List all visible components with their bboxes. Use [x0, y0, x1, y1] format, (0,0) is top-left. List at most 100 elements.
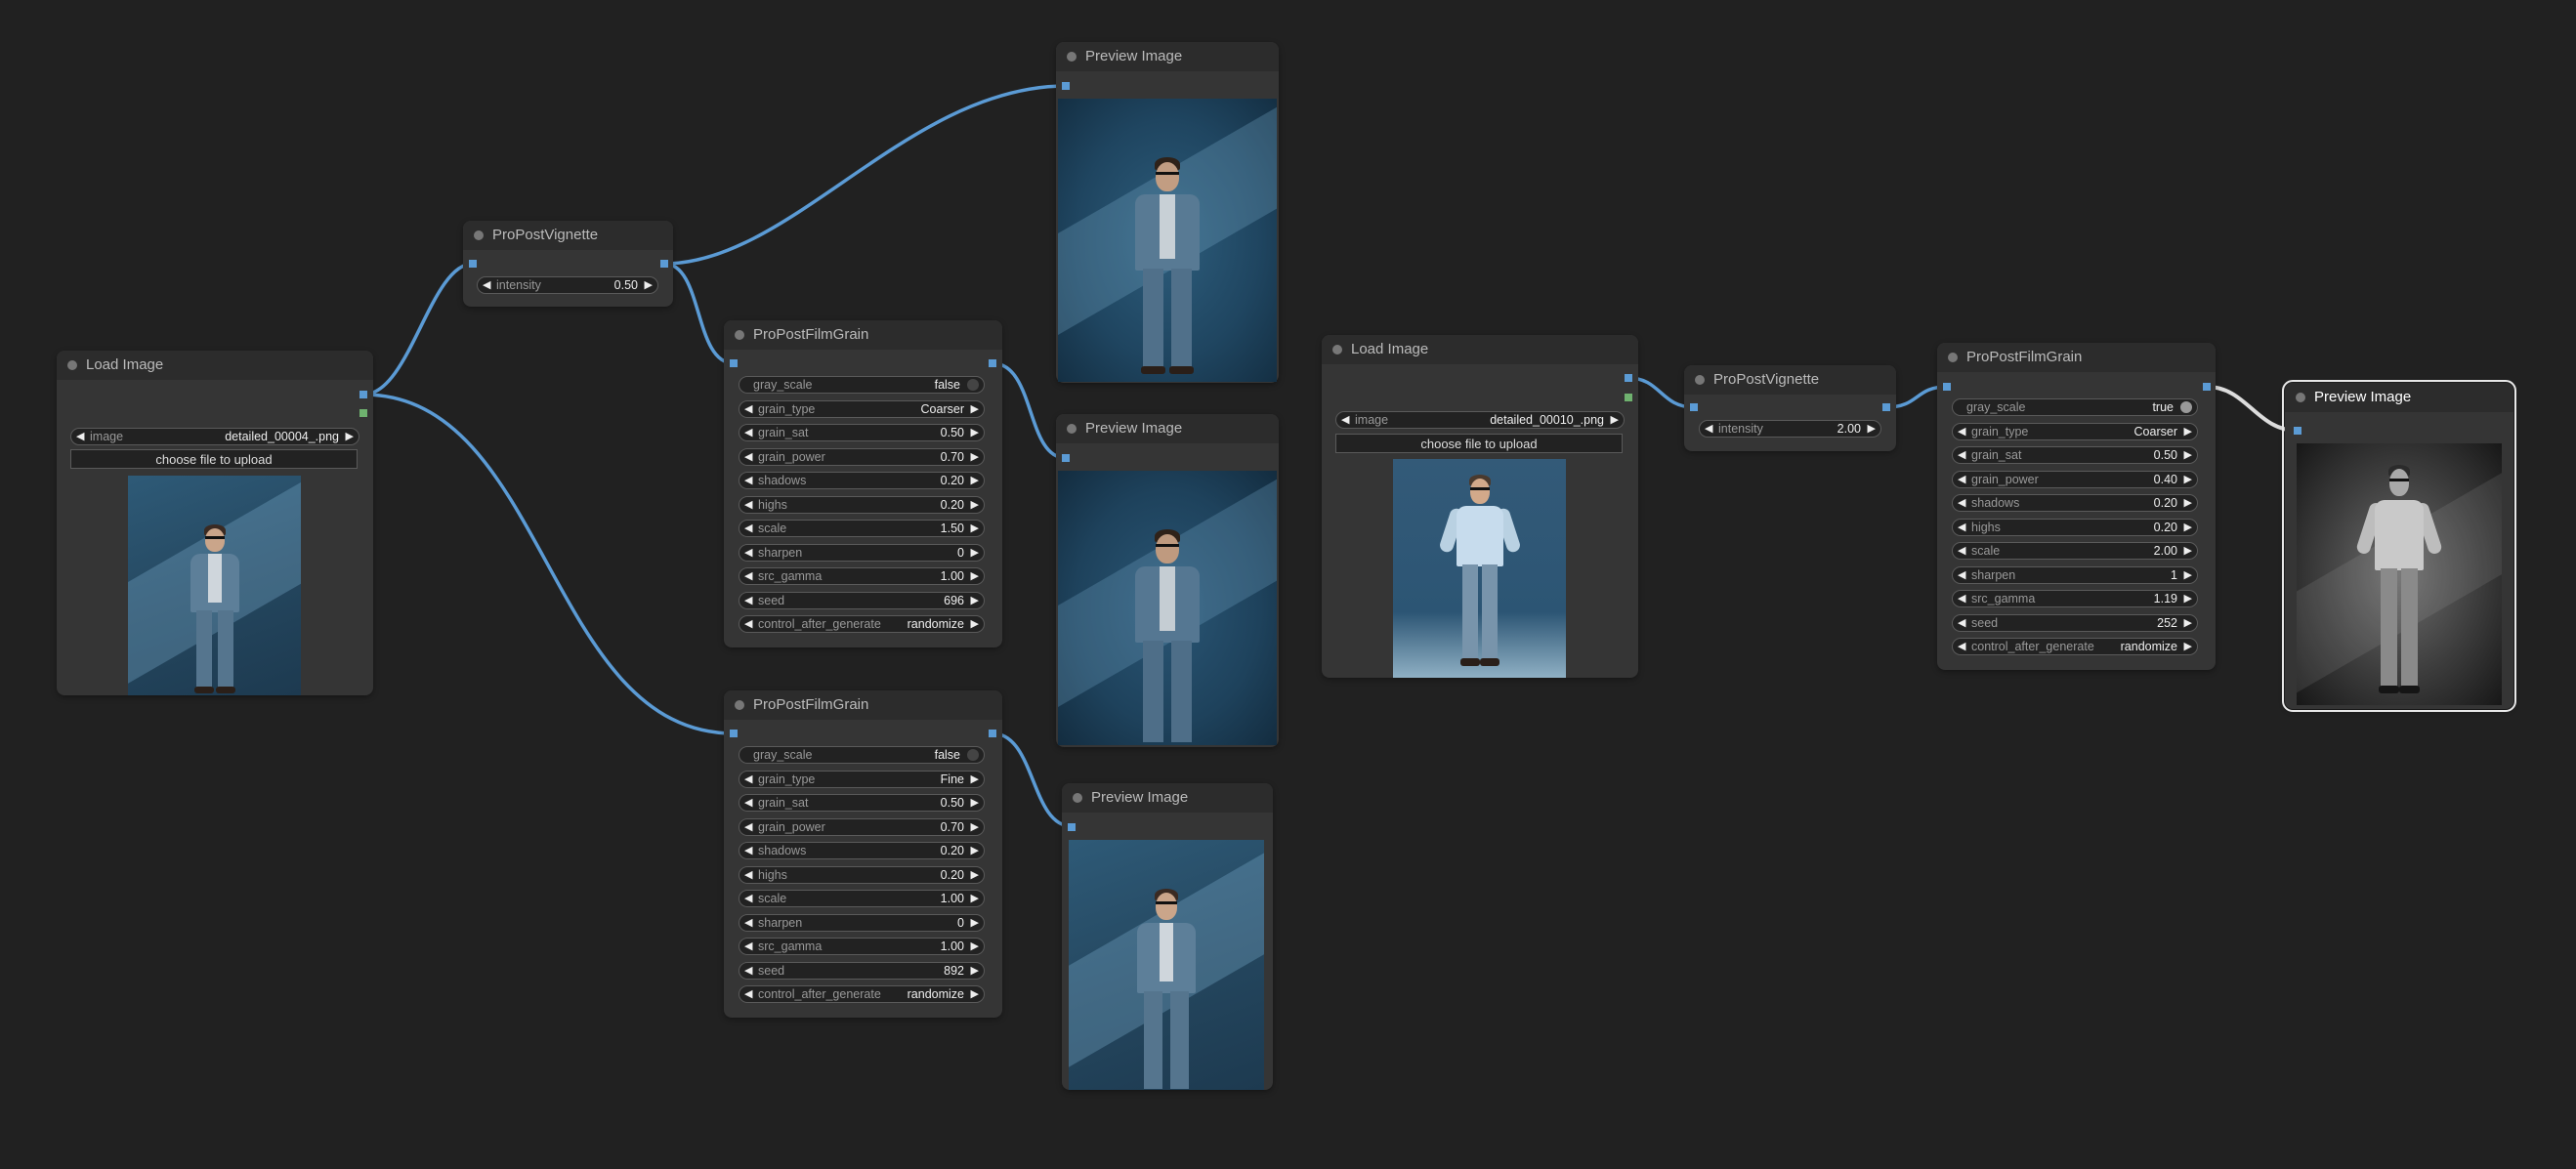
increment-arrow-icon[interactable]: ▶	[1868, 422, 1876, 435]
increment-arrow-icon[interactable]: ▶	[971, 522, 979, 534]
decrement-arrow-icon[interactable]: ◀	[1958, 425, 1965, 438]
image-input-slot[interactable]	[1943, 383, 1951, 391]
increment-arrow-icon[interactable]: ▶	[971, 450, 979, 463]
collapse-dot-icon[interactable]	[735, 700, 744, 710]
collapse-dot-icon[interactable]	[2296, 393, 2305, 402]
decrement-arrow-icon[interactable]: ◀	[744, 916, 752, 929]
decrement-arrow-icon[interactable]: ◀	[744, 426, 752, 438]
increment-arrow-icon[interactable]: ▶	[971, 569, 979, 582]
image-input-slot[interactable]	[1690, 403, 1698, 411]
gray-scale-toggle[interactable]: gray_scale true	[1952, 398, 2198, 416]
image-output-slot[interactable]	[989, 359, 996, 367]
param-widget[interactable]: ◀ highs 0.20 ▶	[739, 866, 985, 884]
collapse-dot-icon[interactable]	[1332, 345, 1342, 355]
increment-arrow-icon[interactable]: ▶	[971, 964, 979, 977]
decrement-arrow-icon[interactable]: ◀	[744, 868, 752, 881]
increment-arrow-icon[interactable]: ▶	[2184, 544, 2192, 557]
decrement-arrow-icon[interactable]: ◀	[1958, 521, 1965, 533]
increment-arrow-icon[interactable]: ▶	[2184, 496, 2192, 509]
decrement-arrow-icon[interactable]: ◀	[1958, 496, 1965, 509]
increment-arrow-icon[interactable]: ▶	[2184, 521, 2192, 533]
decrement-arrow-icon[interactable]: ◀	[744, 522, 752, 534]
gray-scale-toggle[interactable]: gray_scale false	[739, 376, 985, 394]
decrement-arrow-icon[interactable]: ◀	[744, 772, 752, 785]
preview-image-node-1[interactable]: Preview Image	[1056, 42, 1279, 383]
increment-arrow-icon[interactable]: ▶	[2184, 592, 2192, 605]
increment-arrow-icon[interactable]: ▶	[2184, 616, 2192, 629]
propost-filmgrain-node-1[interactable]: ProPostFilmGrain gray_scale false ◀ grain…	[724, 320, 1002, 647]
node-title[interactable]: ProPostVignette	[463, 221, 673, 250]
param-widget[interactable]: ◀ scale 1.50 ▶	[739, 520, 985, 537]
param-widget[interactable]: ◀ src_gamma 1.00 ▶	[739, 938, 985, 955]
node-title[interactable]: Preview Image	[1062, 783, 1273, 813]
param-widget[interactable]: ◀ grain_power 0.70 ▶	[739, 818, 985, 836]
increment-arrow-icon[interactable]: ▶	[2184, 448, 2192, 461]
node-title[interactable]: ProPostVignette	[1684, 365, 1896, 395]
collapse-dot-icon[interactable]	[735, 330, 744, 340]
param-widget[interactable]: ◀ seed 892 ▶	[739, 962, 985, 980]
decrement-arrow-icon[interactable]: ◀	[744, 939, 752, 952]
node-title[interactable]: Preview Image	[1056, 42, 1279, 71]
param-widget[interactable]: ◀ sharpen 0 ▶	[739, 914, 985, 932]
decrement-arrow-icon[interactable]: ◀	[744, 498, 752, 511]
param-widget[interactable]: ◀ src_gamma 1.00 ▶	[739, 567, 985, 585]
decrement-arrow-icon[interactable]: ◀	[1958, 640, 1965, 652]
collapse-dot-icon[interactable]	[1073, 793, 1082, 803]
node-title[interactable]: ProPostFilmGrain	[724, 320, 1002, 350]
preview-image-node-3[interactable]: Preview Image	[1062, 783, 1273, 1090]
node-title[interactable]: Preview Image	[2285, 383, 2513, 412]
decrement-arrow-icon[interactable]: ◀	[744, 617, 752, 630]
collapse-dot-icon[interactable]	[474, 230, 484, 240]
propost-filmgrain-node-3[interactable]: ProPostFilmGrain gray_scale true ◀ grain_…	[1937, 343, 2216, 670]
decrement-arrow-icon[interactable]: ◀	[1341, 413, 1349, 426]
image-output-slot[interactable]	[2203, 383, 2211, 391]
increment-arrow-icon[interactable]: ▶	[971, 474, 979, 486]
param-widget[interactable]: ◀ seed 252 ▶	[1952, 614, 2198, 632]
decrement-arrow-icon[interactable]: ◀	[1958, 568, 1965, 581]
increment-arrow-icon[interactable]: ▶	[971, 987, 979, 1000]
param-widget[interactable]: ◀ control_after_generate randomize ▶	[739, 985, 985, 1003]
increment-arrow-icon[interactable]: ▶	[971, 820, 979, 833]
image-output-slot[interactable]	[1625, 374, 1632, 382]
decrement-arrow-icon[interactable]: ◀	[1705, 422, 1712, 435]
load-image-node-1[interactable]: Load Image ◀ image detailed_00004_.png ▶…	[57, 351, 373, 695]
increment-arrow-icon[interactable]: ▶	[971, 617, 979, 630]
param-widget[interactable]: ◀ highs 0.20 ▶	[1952, 519, 2198, 536]
param-widget[interactable]: ◀ grain_sat 0.50 ▶	[1952, 446, 2198, 464]
collapse-dot-icon[interactable]	[1948, 353, 1958, 362]
param-widget[interactable]: ◀ grain_sat 0.50 ▶	[739, 794, 985, 812]
node-title[interactable]: Preview Image	[1056, 414, 1279, 443]
collapse-dot-icon[interactable]	[1067, 424, 1077, 434]
increment-arrow-icon[interactable]: ▶	[971, 892, 979, 904]
images-input-slot[interactable]	[1062, 82, 1070, 90]
image-output-slot[interactable]	[1882, 403, 1890, 411]
increment-arrow-icon[interactable]: ▶	[971, 939, 979, 952]
increment-arrow-icon[interactable]: ▶	[971, 772, 979, 785]
increment-arrow-icon[interactable]: ▶	[1611, 413, 1619, 426]
decrement-arrow-icon[interactable]: ◀	[1958, 616, 1965, 629]
images-input-slot[interactable]	[1062, 454, 1070, 462]
load-image-node-2[interactable]: Load Image ◀ image detailed_00010_.png ▶…	[1322, 335, 1638, 678]
decrement-arrow-icon[interactable]: ◀	[744, 569, 752, 582]
preview-image-node-4[interactable]: Preview Image	[2282, 380, 2516, 712]
increment-arrow-icon[interactable]: ▶	[971, 868, 979, 881]
upload-button[interactable]: choose file to upload	[70, 449, 358, 469]
image-input-slot[interactable]	[730, 730, 738, 737]
toggle-knob-icon[interactable]	[2180, 401, 2192, 413]
propost-vignette-node-1[interactable]: ProPostVignette ◀ intensity 0.50 ▶	[463, 221, 673, 307]
increment-arrow-icon[interactable]: ▶	[971, 916, 979, 929]
node-title[interactable]: Load Image	[57, 351, 373, 380]
image-select-widget[interactable]: ◀ image detailed_00004_.png ▶	[70, 428, 359, 445]
increment-arrow-icon[interactable]: ▶	[2184, 473, 2192, 485]
param-widget[interactable]: ◀ src_gamma 1.19 ▶	[1952, 590, 2198, 607]
intensity-widget[interactable]: ◀ intensity 0.50 ▶	[477, 276, 658, 294]
collapse-dot-icon[interactable]	[1695, 375, 1705, 385]
propost-filmgrain-node-2[interactable]: ProPostFilmGrain gray_scale false ◀ grain…	[724, 690, 1002, 1018]
mask-output-slot[interactable]	[1625, 394, 1632, 401]
image-input-slot[interactable]	[730, 359, 738, 367]
param-widget[interactable]: ◀ grain_type Coarser ▶	[739, 400, 985, 418]
increment-arrow-icon[interactable]: ▶	[971, 498, 979, 511]
param-widget[interactable]: ◀ sharpen 0 ▶	[739, 544, 985, 562]
increment-arrow-icon[interactable]: ▶	[971, 402, 979, 415]
increment-arrow-icon[interactable]: ▶	[971, 796, 979, 809]
